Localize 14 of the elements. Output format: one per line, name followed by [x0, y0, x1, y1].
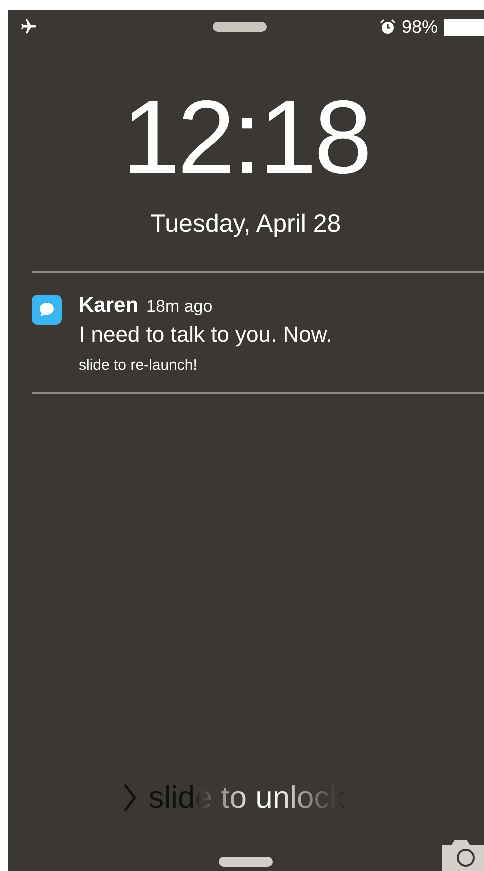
notification-sender: Karen — [79, 293, 139, 319]
battery-percentage: 98% — [402, 18, 438, 36]
chevron-right-icon — [122, 782, 137, 812]
notification-time: 18m ago — [146, 296, 213, 318]
home-handle[interactable] — [219, 857, 273, 867]
notification-message: I need to talk to you. Now. — [79, 321, 332, 349]
notification-action-hint: slide to re-launch! — [79, 356, 198, 376]
battery-icon — [444, 18, 484, 36]
messages-app-icon — [32, 295, 62, 325]
clock-date: Tuesday, April 28 — [150, 212, 342, 237]
alarm-clock-icon — [380, 19, 396, 35]
clock-time: 12:18 — [122, 86, 370, 190]
control-center-handle[interactable] — [212, 22, 267, 32]
camera-icon[interactable] — [440, 837, 484, 871]
